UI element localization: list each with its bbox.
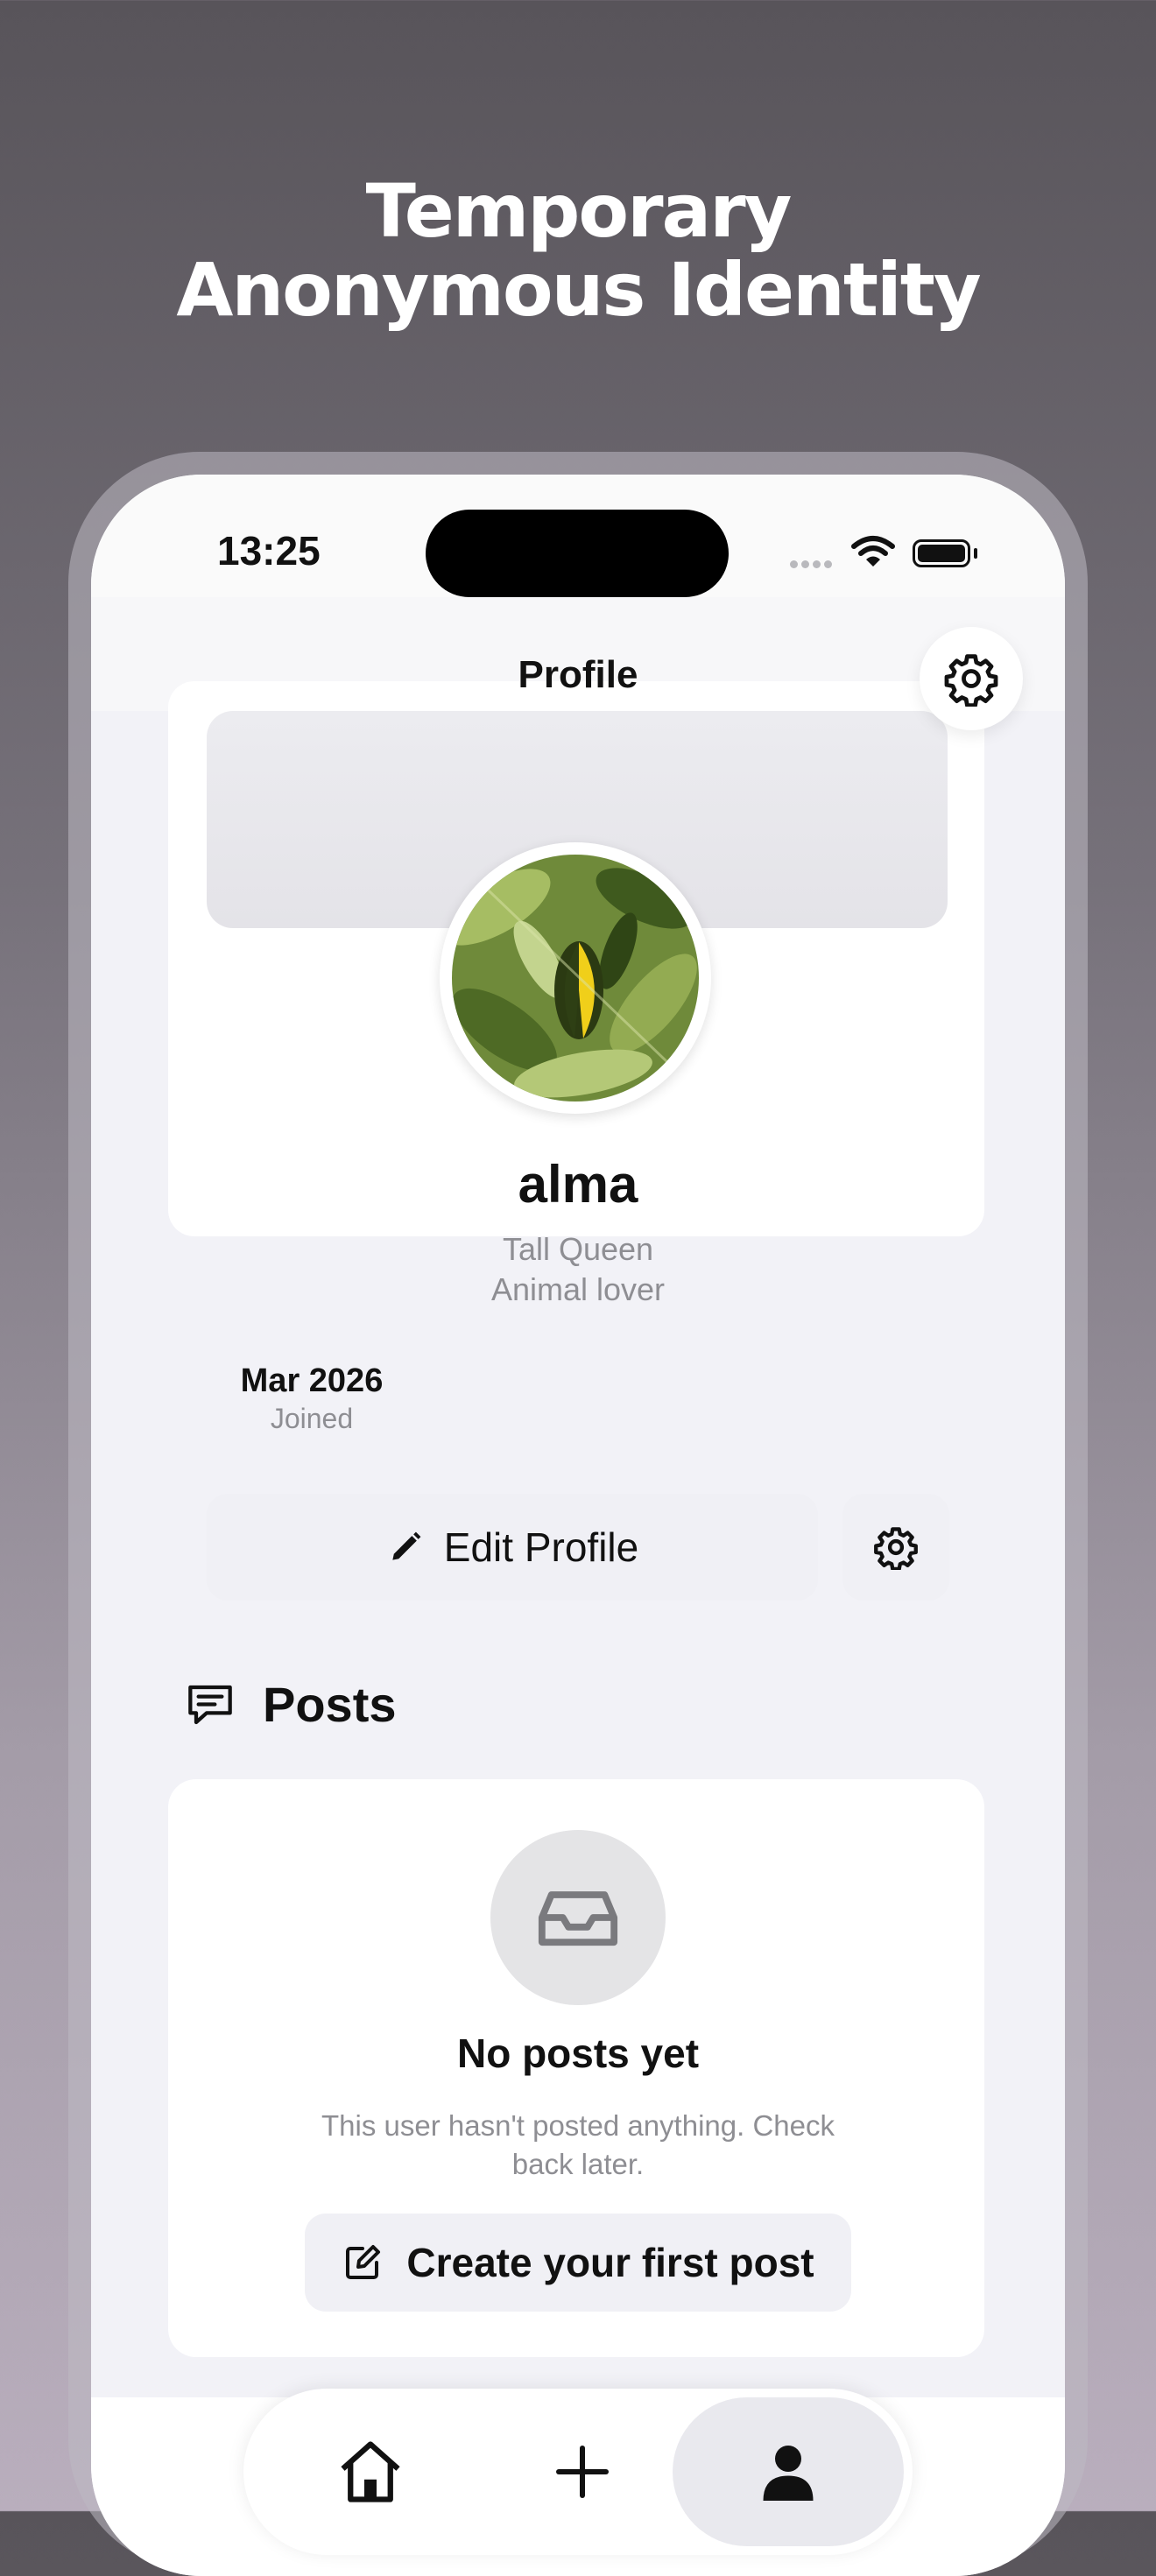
home-icon — [341, 2441, 400, 2502]
header-settings-button[interactable] — [920, 627, 1023, 730]
person-icon — [763, 2446, 814, 2501]
dynamic-island — [426, 510, 729, 597]
inbox-tray-icon — [538, 1891, 618, 1946]
joined-date: Mar 2026 — [240, 1362, 384, 1399]
compose-icon — [346, 2245, 381, 2279]
empty-state-text: This user hasn't posted anything. Check … — [321, 2109, 835, 2180]
tab-home[interactable] — [296, 2397, 445, 2546]
tab-profile[interactable] — [673, 2397, 904, 2546]
battery-cap — [974, 548, 977, 559]
gear-icon — [944, 654, 998, 707]
gear-icon — [874, 1527, 918, 1570]
plus-icon — [556, 2446, 609, 2498]
create-first-post-label: Create your first post — [406, 2240, 814, 2285]
chat-bubble-icon — [188, 1685, 232, 1724]
empty-state-badge — [490, 1830, 666, 2005]
edit-profile-label: Edit Profile — [443, 1524, 639, 1570]
avatar-leaf-photo — [452, 855, 699, 1101]
wifi-icon — [851, 536, 895, 567]
phone-screen: 13:25 Profile alma Tall Queen Animal lov… — [91, 475, 1065, 2576]
posts-section-header: Posts — [182, 1676, 397, 1733]
bio-line-2: Animal lover — [490, 1271, 666, 1307]
status-time: 13:25 — [217, 528, 321, 574]
headline-line-2: Anonymous Identity — [176, 247, 981, 333]
user-name: alma — [518, 1155, 638, 1214]
battery-icon — [913, 539, 970, 567]
headline: Temporary Anonymous Identity — [0, 172, 1156, 329]
create-first-post-button[interactable]: Create your first post — [305, 2214, 851, 2312]
tab-create[interactable] — [508, 2397, 657, 2546]
posts-title: Posts — [263, 1677, 397, 1732]
edit-profile-button[interactable]: Edit Profile — [207, 1494, 818, 1601]
cellular-signal-icon — [790, 557, 835, 573]
profile-settings-button[interactable] — [842, 1494, 949, 1601]
bio-line-1: Tall Queen — [502, 1231, 654, 1267]
avatar[interactable] — [452, 855, 699, 1101]
headline-line-1: Temporary — [365, 168, 793, 254]
pencil-icon — [392, 1531, 421, 1560]
joined-label: Joined — [270, 1403, 354, 1434]
empty-state-title: No posts yet — [456, 2031, 700, 2076]
